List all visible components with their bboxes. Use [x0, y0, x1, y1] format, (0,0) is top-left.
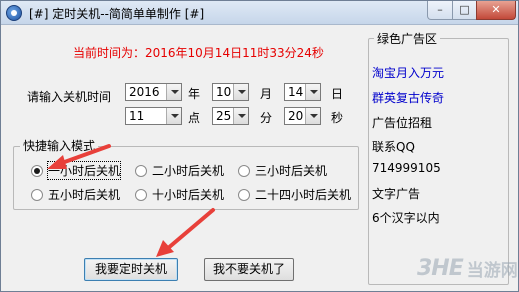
- quick-mode-legend: 快捷输入模式: [20, 137, 99, 154]
- watermark-logo: 3HE: [417, 255, 464, 281]
- month-unit-label: 月: [260, 87, 273, 101]
- hour-unit-label: 点: [188, 111, 201, 125]
- radio-24-hours[interactable]: 二十四小时后关机: [238, 186, 351, 203]
- second-select[interactable]: 20: [284, 107, 321, 125]
- minimize-button[interactable]: –: [427, 1, 453, 20]
- maximize-button[interactable]: □: [452, 1, 477, 20]
- ad-text-limit: 6个汉字以内: [372, 211, 440, 225]
- radio-label: 一小时后关机: [46, 161, 122, 180]
- radio-1-hour[interactable]: 一小时后关机: [31, 161, 122, 180]
- chevron-down-icon[interactable]: [233, 84, 248, 100]
- radio-label: 二十四小时后关机: [255, 188, 352, 202]
- app-icon[interactable]: [6, 5, 22, 21]
- radio-label: 五小时后关机: [48, 188, 121, 202]
- radio-icon[interactable]: [135, 188, 147, 201]
- schedule-shutdown-button[interactable]: 我要定时关机: [84, 258, 178, 281]
- chevron-down-icon[interactable]: [305, 108, 320, 124]
- watermark-text: 当游网: [466, 260, 518, 281]
- year-value: 2016: [129, 85, 160, 99]
- ad-area-legend: 绿色广告区: [374, 30, 441, 47]
- day-select[interactable]: 14: [284, 83, 321, 101]
- current-time-display: 当前时间为：2016年10月14日11时33分24秒: [73, 46, 324, 60]
- radio-icon[interactable]: [31, 188, 43, 201]
- radio-icon[interactable]: [238, 188, 250, 201]
- chevron-down-icon[interactable]: [305, 84, 320, 100]
- year-unit-label: 年: [188, 87, 201, 101]
- radio-5-hours[interactable]: 五小时后关机: [31, 186, 120, 203]
- radio-icon[interactable]: [135, 164, 147, 177]
- title-bar[interactable]: [#] 定时关机--简简单单制作 [#] – □ ✕: [1, 1, 518, 25]
- shutdown-time-label: 请输入关机时间: [27, 90, 112, 104]
- ad-text-slot: 广告位招租: [372, 116, 433, 130]
- radio-3-hours[interactable]: 三小时后关机: [238, 162, 327, 179]
- radio-icon[interactable]: [238, 164, 250, 177]
- site-watermark: 3HE 当游网: [417, 251, 518, 285]
- radio-label: 二小时后关机: [152, 164, 225, 178]
- day-value: 14: [288, 85, 304, 99]
- radio-2-hours[interactable]: 二小时后关机: [135, 162, 224, 179]
- hour-value: 11: [129, 109, 145, 123]
- day-unit-label: 日: [331, 87, 344, 101]
- second-unit-label: 秒: [331, 111, 344, 125]
- minute-unit-label: 分: [260, 111, 273, 125]
- chevron-down-icon[interactable]: [233, 108, 248, 124]
- app-window: [#] 定时关机--简简单单制作 [#] – □ ✕ 当前时间为：2016年10…: [0, 0, 519, 292]
- year-select[interactable]: 2016: [125, 83, 182, 101]
- ad-link-taobao[interactable]: 淘宝月入万元: [372, 64, 444, 81]
- cancel-shutdown-button[interactable]: 我不要关机了: [204, 258, 294, 281]
- ad-text-contact: 联系QQ: [372, 140, 415, 154]
- window-title: [#] 定时关机--简简单单制作 [#]: [29, 7, 205, 21]
- annotation-arrow-button: [156, 208, 215, 257]
- radio-selected-icon[interactable]: [31, 164, 43, 177]
- month-select[interactable]: 10: [212, 83, 249, 101]
- ad-text-qq-number: 714999105: [372, 161, 441, 175]
- ad-link-game[interactable]: 群英复古传奇: [372, 89, 444, 106]
- chevron-down-icon[interactable]: [166, 108, 181, 124]
- radio-10-hours[interactable]: 十小时后关机: [135, 186, 224, 203]
- second-value: 20: [288, 109, 304, 123]
- month-value: 10: [216, 85, 232, 99]
- radio-label: 三小时后关机: [255, 164, 328, 178]
- minute-select[interactable]: 25: [212, 107, 249, 125]
- chevron-down-icon[interactable]: [166, 84, 181, 100]
- hour-select[interactable]: 11: [125, 107, 182, 125]
- radio-label: 十小时后关机: [152, 188, 225, 202]
- ad-text-type: 文字广告: [372, 187, 421, 201]
- minute-value: 25: [216, 109, 232, 123]
- close-button[interactable]: ✕: [476, 1, 516, 20]
